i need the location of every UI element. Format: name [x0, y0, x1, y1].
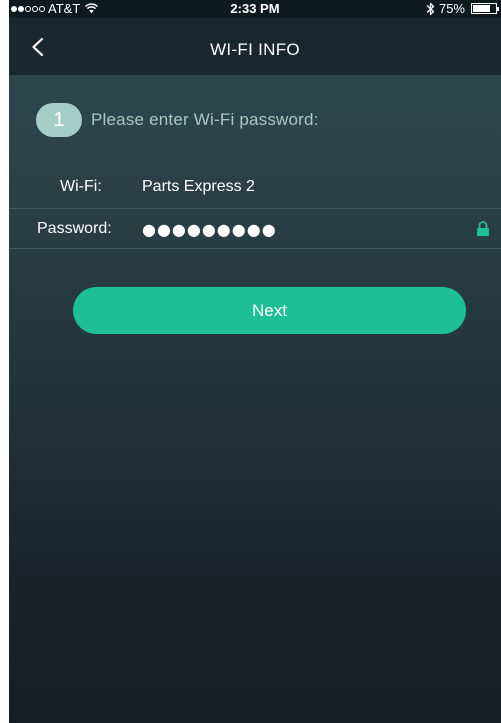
- step-instruction-text: Please enter Wi-Fi password:: [91, 110, 319, 129]
- lock-icon[interactable]: [476, 221, 490, 236]
- divider-bottom: [9, 248, 501, 249]
- status-right: 75%: [426, 1, 499, 16]
- navigation-bar: WI-FI INFO: [9, 18, 501, 75]
- wifi-label: Wi-Fi:: [60, 178, 102, 195]
- wifi-network-row: Wi-Fi: Parts Express 2: [60, 178, 255, 196]
- battery-percent: 75%: [438, 1, 465, 16]
- step-number-badge: 1: [36, 103, 82, 137]
- wifi-network-name: Parts Express 2: [142, 178, 255, 195]
- phone-screen: AT&T 2:33 PM 75% WI-FI INFO 1 Please ent…: [9, 0, 501, 723]
- password-input[interactable]: [142, 217, 462, 241]
- battery-icon: [471, 3, 499, 14]
- password-label: Password:: [37, 220, 112, 237]
- next-button[interactable]: Next: [73, 287, 466, 334]
- status-bar: AT&T 2:33 PM 75%: [9, 0, 501, 18]
- bluetooth-icon: [426, 2, 435, 15]
- password-row: Password:: [9, 209, 501, 248]
- page-title: WI-FI INFO: [210, 40, 300, 59]
- step-instruction: 1 Please enter Wi-Fi password:: [36, 103, 319, 137]
